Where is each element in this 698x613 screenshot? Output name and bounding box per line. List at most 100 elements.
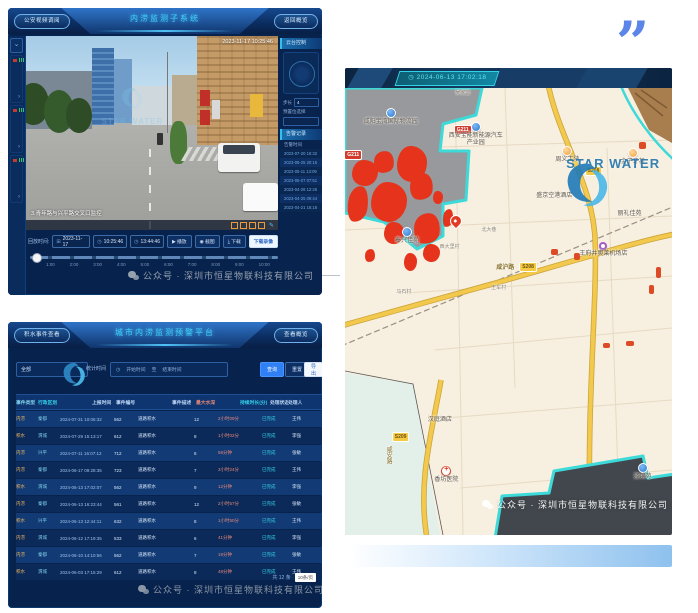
ptz-control-pad[interactable] — [283, 52, 319, 94]
map-poi-label[interactable]: 王府井奥莱机场店 — [579, 242, 627, 258]
map-poi-label[interactable]: 咸阳宝湾国际物流园 — [364, 108, 418, 126]
video-tool-icon[interactable] — [240, 222, 247, 229]
table-cell: 道路积水 — [138, 416, 194, 422]
table-cell: 王伟 — [292, 518, 310, 524]
back-overview-button[interactable]: 返回概览 — [274, 14, 318, 29]
camera-list-item[interactable]: › — [10, 105, 23, 153]
table-row[interactable]: 内涝秦都2024-06-17 09:28:35723道路积水73小时24分已完成… — [16, 462, 322, 478]
query-button[interactable]: 查询 — [260, 362, 284, 377]
map-poi-label[interactable]: 王车村 — [491, 285, 506, 291]
alarm-record[interactable]: 2023-05-07 07:51 — [280, 176, 322, 185]
table-cell: 王伟 — [292, 467, 310, 473]
table-cell: 张敏 — [292, 450, 310, 456]
alarm-record[interactable]: 2023-04-28 12:26 — [280, 185, 322, 194]
video-control-bar: ✎ — [26, 220, 278, 230]
wechat-watermark: 公众号 · 深圳市恒星物联科技有限公司 — [482, 498, 668, 511]
export-video-button[interactable]: 下载录像 — [249, 235, 278, 248]
map-poi-label[interactable]: 咸沪路 — [496, 265, 514, 272]
timeline-tick-label: 6:00 — [164, 262, 173, 267]
table-row[interactable]: 积水渭城2024-06-13 17:02:07562道路积水912分钟已完成李强 — [16, 479, 322, 495]
time-filter-label: 统计时间 — [86, 365, 106, 372]
event-table-panel: 城市内涝监测预警平台 积水事件查看 查看概览 全部∨ 统计时间 ◷ 开始时间 至… — [8, 322, 322, 608]
table-header-cell[interactable]: 最大水深 — [196, 399, 240, 406]
table-header-cell[interactable]: 行政区划 — [38, 399, 92, 406]
playback-date-input[interactable]: ⊞2023-11-17 — [52, 235, 90, 248]
table-cell: 积水 — [16, 484, 38, 490]
table-cell: 562 — [114, 485, 138, 490]
map-poi-label[interactable]: 秦兴佳苑 — [395, 227, 419, 245]
video-source-button[interactable]: 公安视频调阅 — [14, 14, 70, 29]
chevron-down-icon[interactable]: ⌄ — [10, 38, 23, 53]
camera-list-item[interactable]: › — [10, 155, 23, 203]
table-cell: 19分钟 — [218, 552, 262, 558]
map-poi-label[interactable]: 西大里村 — [440, 244, 460, 250]
map-poi-label[interactable]: 泾滨苑 — [634, 463, 652, 481]
play-button[interactable]: ▶ 播放 — [167, 235, 192, 248]
video-timestamp-overlay: 2023-11-17 10:25:46 — [222, 39, 273, 45]
table-header-cell[interactable]: 事件编号 — [116, 399, 172, 406]
table-header-cell[interactable]: 上报时间 — [92, 399, 116, 406]
alarm-record[interactable]: 2023-06-25 20:15 — [280, 158, 322, 167]
video-tool-icon[interactable] — [231, 222, 238, 229]
map-poi-label[interactable]: 香坊医院 — [434, 466, 458, 484]
map-poi-label[interactable]: 马石村 — [396, 289, 411, 295]
table-row[interactable]: 内涝渭城2024-06-12 17:19:35533道路积水641分钟已完成李强 — [16, 530, 322, 546]
video-tool-icon[interactable] — [249, 222, 256, 229]
map-poi-label[interactable]: 北大巷 — [481, 227, 496, 233]
map-timestamp-chip: ◷ 2024-06-13 17:02:18 — [395, 71, 500, 86]
table-row[interactable]: 内涝秦都2024-06-10 14:10:56562道路积水719分钟已完成张敏 — [16, 547, 322, 563]
table-cell: 12 — [194, 417, 218, 422]
table-row[interactable]: 内涝秦都2024-06-13 16:23:44561道路积水122小时57分已完… — [16, 496, 322, 512]
table-cell: 已完成 — [262, 535, 292, 541]
table-cell: 积水 — [16, 518, 38, 524]
table-row[interactable]: 内涝兴平2024-07-11 16:07:12712道路积水658分钟已完成张敏 — [16, 445, 322, 461]
video-tool-icon[interactable] — [258, 222, 265, 229]
table-cell: 秦都 — [38, 552, 60, 558]
table-header-cell[interactable]: 持续时长(分) — [240, 399, 270, 406]
table-header-cell[interactable]: 处理状态 — [270, 399, 288, 406]
flood-zone — [649, 285, 654, 294]
table-header-cell[interactable]: 事件描述 — [172, 399, 196, 406]
alarm-record[interactable]: 2023-04-21 16:18 — [280, 203, 322, 212]
end-time-input[interactable]: ◷13:44:46 — [130, 235, 164, 248]
flood-zone — [551, 249, 558, 255]
page-size-select[interactable]: 10条/页 — [295, 573, 316, 582]
date-range-input[interactable]: ◷ 开始时间 至 结束时间 — [110, 362, 228, 377]
map-body[interactable]: 吴家堡 咸阳宝湾国际物流园 西安宝能新能源汽车产业园 周义工陕 — [345, 88, 672, 535]
step-input[interactable]: 4 — [294, 98, 319, 107]
poi-icon — [402, 227, 412, 237]
table-header-cell[interactable]: 事件类型 — [16, 399, 38, 406]
snapshot-button[interactable]: ◉ 截图 — [195, 235, 220, 248]
ptz-alarm-column: 云台控制 步长 4 预置位选择 告警记录 告警时间 2023-07-20 16:… — [280, 36, 322, 295]
timeline-track[interactable] — [30, 256, 278, 259]
alarm-record[interactable]: 2023-07-20 16:32 — [280, 149, 322, 158]
map-poi-label[interactable]: 丽礼佳苑 — [617, 211, 641, 218]
table-header-cell[interactable]: 处理人 — [288, 399, 302, 406]
table-cell: 612 — [114, 570, 138, 575]
camera-list-item[interactable]: › — [10, 55, 23, 103]
table-cell: 562 — [114, 417, 138, 422]
preset-select[interactable] — [283, 117, 319, 126]
export-button[interactable]: 导出 — [304, 362, 322, 377]
alarm-record[interactable]: 2023-04-25 09:44 — [280, 194, 322, 203]
annotate-icon[interactable]: ✎ — [269, 222, 274, 229]
table-cell: 李强 — [292, 535, 310, 541]
download-button[interactable]: ⤓ 下载 — [223, 235, 246, 248]
alarm-record[interactable]: 2023-05-11 13:09 — [280, 167, 322, 176]
table-row[interactable]: 内涝秦都2024-07-31 10:06:32562道路积水122小时09分已完… — [16, 411, 322, 427]
map-poi-label[interactable]: 咸安路 — [384, 446, 391, 464]
table-cell: 6 — [194, 536, 218, 541]
star-water-swirl-icon — [60, 360, 88, 390]
start-time-input[interactable]: ◷10:25:46 — [93, 235, 127, 248]
map-poi-label[interactable]: 西安宝能新能源汽车产业园 — [449, 122, 503, 147]
table-cell: 48分钟 — [218, 569, 262, 575]
view-overview-button[interactable]: 查看概览 — [274, 328, 318, 343]
wechat-icon — [482, 500, 493, 509]
flood-events-button[interactable]: 积水事件查看 — [14, 328, 70, 343]
table-row[interactable]: 积水兴平2024-06-13 12:44:11632道路积水81小时50分已完成… — [16, 513, 322, 529]
map-poi-label[interactable]: 汉庭酒店 — [428, 417, 452, 424]
table-row[interactable]: 积水渭城2024-07-29 15:13:17612道路积水81小时02分已完成… — [16, 428, 322, 444]
map-timestamp: ◷ 2024-06-13 17:02:18 — [408, 72, 486, 84]
flood-zone — [603, 343, 610, 348]
map-poi-label[interactable]: 吴家堡 — [455, 90, 470, 96]
